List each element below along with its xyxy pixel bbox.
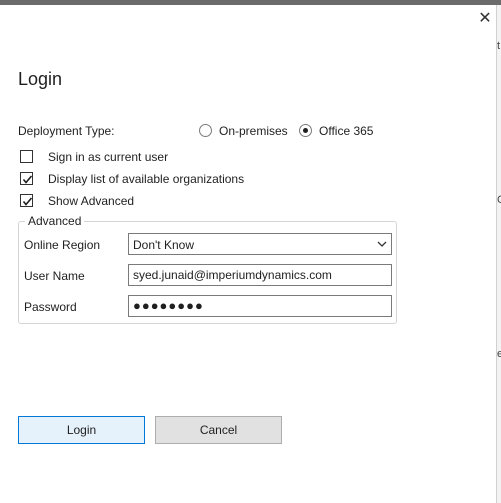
office-365-label[interactable]: Office 365 — [319, 124, 373, 138]
dialog-title: Login — [18, 69, 63, 89]
display-organizations-label[interactable]: Display list of available organizations — [48, 172, 244, 186]
cancel-button[interactable]: Cancel — [155, 416, 282, 444]
on-premises-radio[interactable] — [199, 124, 212, 137]
display-organizations-checkbox[interactable] — [20, 172, 33, 185]
sign-in-current-user-label[interactable]: Sign in as current user — [48, 150, 168, 164]
window-top-border — [0, 0, 501, 5]
user-name-input[interactable]: syed.junaid@imperiumdynamics.com — [128, 264, 392, 286]
sign-in-current-user-checkbox[interactable] — [20, 150, 33, 163]
chevron-down-icon — [377, 241, 387, 247]
show-advanced-label[interactable]: Show Advanced — [48, 194, 134, 208]
on-premises-label[interactable]: On-premises — [219, 124, 288, 138]
background-edge-glyph: C — [497, 194, 501, 206]
password-label: Password — [24, 300, 77, 314]
user-name-label: User Name — [24, 269, 85, 283]
online-region-value: Don't Know — [133, 238, 194, 252]
deployment-type-label: Deployment Type: — [18, 124, 115, 138]
office-365-radio[interactable] — [299, 124, 312, 137]
close-icon[interactable]: ✕ — [476, 10, 494, 28]
checkmark-icon — [22, 197, 33, 206]
online-region-label: Online Region — [24, 238, 101, 252]
online-region-select[interactable]: Don't Know — [128, 233, 392, 255]
advanced-legend: Advanced — [25, 214, 85, 228]
checkmark-icon — [22, 175, 33, 184]
login-button[interactable]: Login — [18, 416, 145, 444]
background-edge-glyph: t — [497, 40, 501, 52]
background-edge-glyph: e — [497, 348, 501, 360]
password-input[interactable]: ●●●●●●●● — [128, 295, 392, 317]
show-advanced-checkbox[interactable] — [20, 194, 33, 207]
background-window-edge — [496, 5, 501, 503]
